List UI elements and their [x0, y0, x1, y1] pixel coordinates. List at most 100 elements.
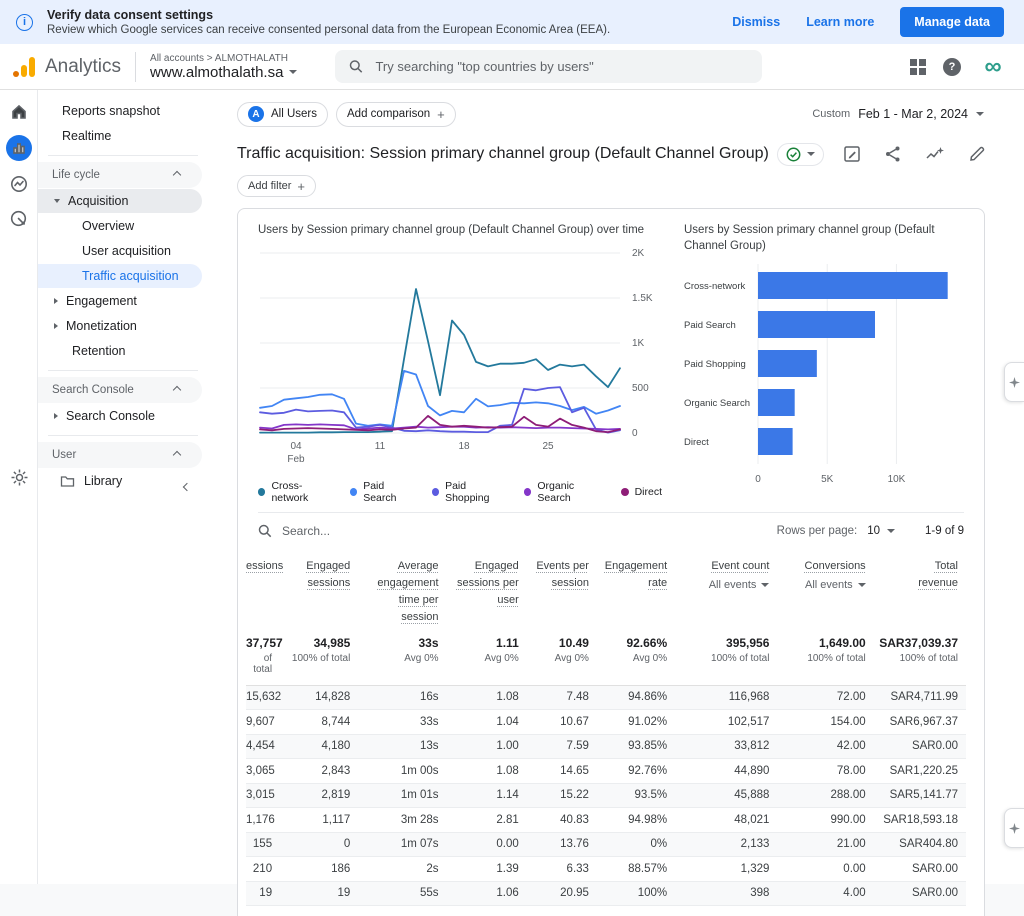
nav-section-life-cycle[interactable]: Life cycle	[38, 162, 202, 188]
table-cell: 4.00	[777, 881, 873, 906]
dismiss-button[interactable]: Dismiss	[732, 15, 780, 29]
sidebar-item-search-console[interactable]: Search Console	[38, 404, 210, 428]
report-nav: Reports snapshot Realtime Life cycle Acquis…	[38, 90, 210, 884]
sidebar-item-overview[interactable]: Overview	[38, 214, 210, 238]
sidebar-item-realtime[interactable]: Realtime	[38, 124, 210, 148]
nav-section-search-console[interactable]: Search Console	[38, 377, 202, 403]
table-cell: 33,812	[675, 734, 777, 759]
reports-icon[interactable]	[6, 135, 32, 161]
chevron-down-icon	[887, 529, 895, 533]
sidebar-item-user-acquisition[interactable]: User acquisition	[38, 239, 210, 263]
sidebar-item-traffic-acquisition[interactable]: Traffic acquisition	[38, 264, 202, 288]
table-search-input[interactable]	[282, 524, 482, 538]
banner-actions: Dismiss Learn more Manage data	[732, 7, 1004, 37]
table-cell: 9,607	[246, 710, 280, 735]
table-cell: 48,021	[675, 808, 777, 833]
totals-sublabel: of total	[246, 653, 272, 675]
chevron-up-icon	[173, 386, 181, 394]
learn-more-button[interactable]: Learn more	[806, 15, 874, 29]
search-input[interactable]	[375, 59, 748, 74]
global-search[interactable]	[335, 50, 762, 83]
table-row[interactable]: 9,6078,74433s1.0410.6791.02%102,517154.0…	[246, 710, 966, 735]
column-filter-select[interactable]: All events	[777, 577, 865, 594]
legend-item-paid-search[interactable]: Paid Search	[350, 480, 417, 504]
table-row[interactable]: 15,63214,82816s1.087.4894.86%116,96872.0…	[246, 685, 966, 710]
legend-item-organic-search[interactable]: Organic Search	[524, 480, 606, 504]
column-header[interactable]: Engaged sessions	[280, 550, 358, 636]
admin-gear-icon[interactable]	[7, 465, 31, 489]
bar-chart[interactable]: 05K10KCross-networkPaid SearchPaid Shopp…	[684, 258, 964, 497]
legend-dot	[524, 488, 531, 496]
table-cell: SAR0.00	[874, 857, 966, 882]
sidebar-item-label: Realtime	[62, 129, 111, 143]
column-header[interactable]: Average engagement time per session	[358, 550, 446, 636]
collapse-nav-button[interactable]	[180, 473, 194, 499]
sidebar-item-monetization[interactable]: Monetization	[38, 314, 210, 338]
apps-grid-icon[interactable]	[910, 59, 926, 75]
table-row[interactable]: 191955s1.0620.95100%3984.00SAR0.00	[246, 881, 966, 906]
avatar[interactable]	[978, 52, 1008, 82]
table-row[interactable]: 4,4544,18013s1.007.5993.85%33,81242.00SA…	[246, 734, 966, 759]
table-cell: 21.00	[777, 832, 873, 857]
nav-divider	[48, 370, 198, 371]
account-switcher[interactable]: All accounts > ALMOTHALATH www.almothala…	[150, 53, 297, 81]
data-quality-badge[interactable]	[777, 143, 824, 166]
table-row[interactable]: 3,0652,8431m 00s1.0814.6592.76%44,89078.…	[246, 759, 966, 784]
line-chart[interactable]: 2K1.5K1K500004Feb111825	[258, 243, 662, 476]
customize-report-icon[interactable]	[843, 145, 861, 163]
insights-icon[interactable]	[925, 145, 945, 163]
triangle-right-icon	[54, 323, 58, 329]
table-cell: 1m 00s	[358, 759, 446, 784]
column-filter-select[interactable]: All events	[675, 577, 769, 594]
column-header[interactable]: essions	[246, 550, 280, 636]
help-icon[interactable]: ?	[943, 58, 961, 76]
table-cell: 15.22	[527, 783, 597, 808]
all-users-chip[interactable]: A All Users	[237, 102, 328, 127]
totals-sublabel: Avg 0%	[447, 653, 519, 664]
edit-pencil-icon[interactable]	[968, 145, 986, 163]
column-header[interactable]: Engagement rate	[597, 550, 675, 636]
column-header[interactable]: Engaged sessions per user	[447, 550, 527, 636]
svg-text:Paid Search: Paid Search	[684, 320, 736, 331]
sidebar-item-retention[interactable]: Retention	[38, 339, 210, 363]
nav-section-user[interactable]: User	[38, 442, 202, 468]
consent-banner: i Verify data consent settings Review wh…	[0, 0, 1024, 44]
nav-divider	[48, 155, 198, 156]
add-filter-chip[interactable]: Add filter	[237, 175, 316, 197]
plus-icon	[297, 179, 305, 194]
rows-per-page-select[interactable]: 10	[867, 525, 895, 537]
table-row[interactable]: 3,0152,8191m 01s1.1415.2293.5%45,888288.…	[246, 783, 966, 808]
sidebar-item-engagement[interactable]: Engagement	[38, 289, 210, 313]
totals-cell: 1.11Avg 0%	[447, 636, 527, 686]
legend-item-direct[interactable]: Direct	[621, 486, 662, 498]
header-divider	[135, 52, 136, 82]
column-header-label: Average engagement time per session	[367, 558, 439, 626]
manage-data-button[interactable]: Manage data	[900, 7, 1004, 37]
date-range-picker[interactable]: Custom Feb 1 - Mar 2, 2024	[812, 107, 984, 121]
column-header[interactable]: Total revenue	[874, 550, 966, 636]
add-comparison-chip[interactable]: Add comparison	[336, 102, 456, 127]
table-search[interactable]	[258, 524, 777, 538]
table-row[interactable]: 1,1761,1173m 28s2.8140.8394.98%48,021990…	[246, 808, 966, 833]
table-row[interactable]: 15501m 07s0.0013.760%2,13321.00SAR404.80	[246, 832, 966, 857]
legend-item-cross-network[interactable]: Cross-network	[258, 480, 335, 504]
home-icon[interactable]	[7, 100, 31, 124]
banner-title: Verify data consent settings	[47, 8, 610, 22]
sidebar-item-reports-snapshot[interactable]: Reports snapshot	[38, 99, 210, 123]
insights-panel-handle[interactable]	[1004, 362, 1024, 402]
table-cell: 154.00	[777, 710, 873, 735]
explore-icon[interactable]	[7, 172, 31, 196]
table-row[interactable]: 2101862s1.396.3388.57%1,3290.00SAR0.00	[246, 857, 966, 882]
legend-item-paid-shopping[interactable]: Paid Shopping	[432, 480, 509, 504]
insights-panel-handle[interactable]	[1004, 808, 1024, 848]
advertising-icon[interactable]	[7, 207, 31, 231]
totals-cell: 37,757of total	[246, 636, 280, 686]
column-header[interactable]: Events per session	[527, 550, 597, 636]
column-header[interactable]: ConversionsAll events	[777, 550, 873, 636]
share-icon[interactable]	[884, 145, 902, 163]
nav-section-label: Life cycle	[52, 169, 100, 181]
table-cell: 0	[280, 832, 358, 857]
sidebar-item-acquisition[interactable]: Acquisition	[38, 189, 202, 213]
sparkle-icon	[1009, 377, 1020, 388]
column-header[interactable]: Event countAll events	[675, 550, 777, 636]
